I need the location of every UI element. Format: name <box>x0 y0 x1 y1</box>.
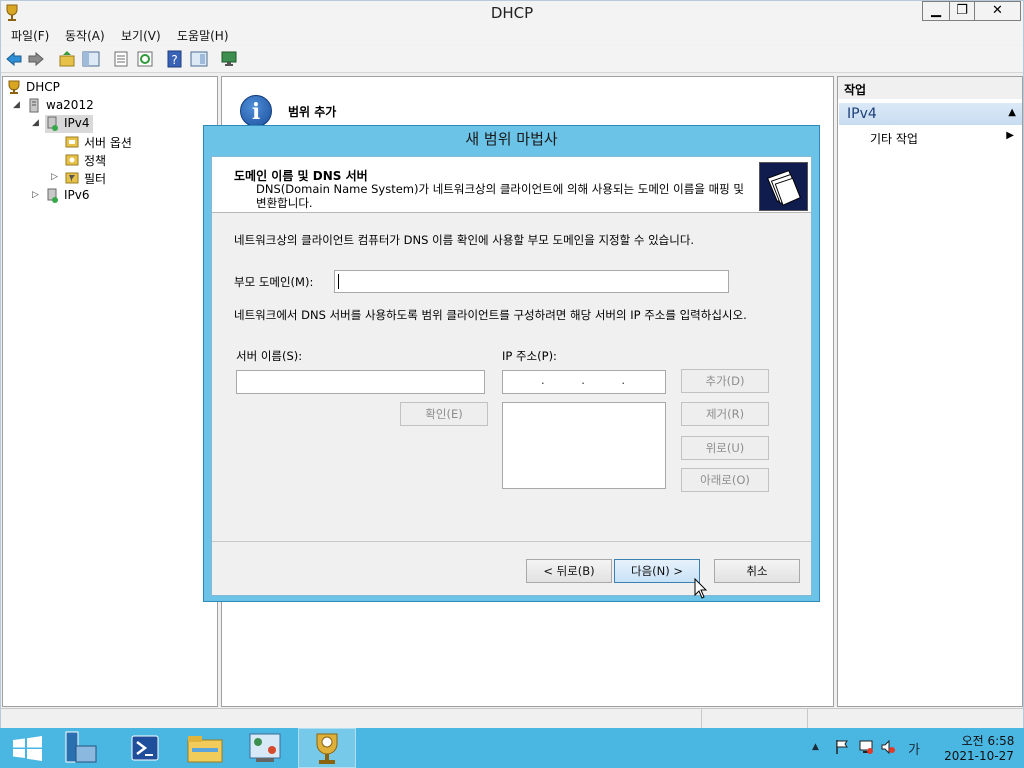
actions-header: 작업 <box>838 77 1022 99</box>
server-name-input[interactable] <box>236 370 485 394</box>
tree-label-ipv6: IPv6 <box>64 188 90 202</box>
resolve-button[interactable]: 확인(E) <box>400 402 488 426</box>
new-scope-wizard-dialog: 새 범위 마법사 도메인 이름 및 DNS 서버 DNS(Domain Name… <box>203 125 820 602</box>
tree-label-server: wa2012 <box>46 98 94 112</box>
actions-more-actions[interactable]: 기타 작업 <box>870 130 918 147</box>
text-caret <box>338 274 339 289</box>
help-icon[interactable]: ? <box>166 50 184 68</box>
back-icon[interactable] <box>5 50 23 68</box>
up-button[interactable]: 위로(U) <box>681 436 769 460</box>
parent-domain-input[interactable] <box>334 270 729 293</box>
back-button[interactable]: < 뒤로(B) <box>526 559 612 583</box>
tree-node-ipv4[interactable]: IPv4 <box>45 115 93 133</box>
intro-text: 네트워크상의 클라이언트 컴퓨터가 DNS 이름 확인에 사용할 부모 도메인을… <box>234 233 695 247</box>
ip-address-input[interactable]: . . . <box>502 370 666 394</box>
menu-view[interactable]: 보기(V) <box>121 27 161 44</box>
status-divider <box>807 709 808 728</box>
network-icon[interactable] <box>858 739 874 755</box>
powershell-icon[interactable] <box>116 728 174 768</box>
menu-help[interactable]: 도움말(H) <box>177 27 229 44</box>
collapse-arrow-icon[interactable]: ◢ <box>13 100 20 110</box>
remove-button[interactable]: 제거(R) <box>681 402 769 426</box>
menu-file[interactable]: 파일(F) <box>11 27 49 44</box>
up-folder-icon[interactable] <box>58 50 76 68</box>
status-divider <box>701 709 702 728</box>
actions-section-label: IPv4 <box>847 106 877 122</box>
show-hide-tree-icon[interactable] <box>82 50 100 68</box>
server-name-label: 서버 이름(S): <box>236 349 303 363</box>
start-icon[interactable] <box>0 728 58 768</box>
clock-time[interactable]: 오전 6:58 <box>956 732 1020 749</box>
ipv6-icon <box>47 188 58 203</box>
monitor-icon[interactable] <box>220 50 238 68</box>
clock-date[interactable]: 2021-10-27 <box>936 749 1022 763</box>
submenu-arrow-icon[interactable]: ▶ <box>1006 130 1014 141</box>
ip-address-label: IP 주소(P): <box>502 349 557 363</box>
close-button[interactable]: ✕ <box>974 1 1021 21</box>
action-center-flag-icon[interactable] <box>834 739 850 755</box>
menu-action[interactable]: 동작(A) <box>65 27 105 44</box>
tree-label-ipv4: IPv4 <box>64 116 90 130</box>
server-icon <box>29 98 39 113</box>
down-button[interactable]: 아래로(O) <box>681 468 769 492</box>
server-options-icon <box>65 136 79 148</box>
svg-text:?: ? <box>171 53 177 67</box>
expand-arrow-icon[interactable]: ▷ <box>51 172 58 182</box>
wizard-header: 도메인 이름 및 DNS 서버 DNS(Domain Name System)가… <box>212 157 811 213</box>
collapse-arrow-icon[interactable]: ◢ <box>32 118 39 128</box>
tree-label-policies: 정책 <box>84 154 107 168</box>
system-tray: ▲ 가 오전 6:58 2021-10-27 <box>808 728 1024 768</box>
ip-address-list[interactable] <box>502 402 666 489</box>
minimize-button[interactable]: ▁ <box>922 1 950 21</box>
info-icon: i <box>240 95 272 127</box>
maximize-button[interactable]: ❐ <box>949 1 975 21</box>
collapse-up-icon[interactable]: ▲ <box>1008 107 1016 118</box>
ipv4-icon <box>47 116 58 131</box>
export-list-icon[interactable] <box>112 50 130 68</box>
wizard-body: 도메인 이름 및 DNS 서버 DNS(Domain Name System)가… <box>211 156 812 596</box>
tree-label-server-options: 서버 옵션 <box>84 136 132 150</box>
ime-indicator[interactable]: 가 <box>908 739 920 758</box>
actions-section-ipv4[interactable]: IPv4 ▲ <box>839 103 1022 125</box>
window-title: DHCP <box>490 4 534 22</box>
menu-bar: 파일(F) 동작(A) 보기(V) 도움말(H) <box>1 25 1023 45</box>
taskbar: ▲ 가 오전 6:58 2021-10-27 <box>0 728 1024 768</box>
next-button[interactable]: 다음(N) > <box>614 559 700 583</box>
expand-arrow-icon[interactable]: ▷ <box>32 190 39 200</box>
ip-address-value: . . . <box>541 373 626 387</box>
refresh-icon[interactable] <box>136 50 154 68</box>
wizard-subheading: DNS(Domain Name System)가 네트워크상의 클라이언트에 의… <box>256 182 744 210</box>
center-title: 범위 추가 <box>288 105 337 119</box>
mouse-pointer-icon <box>694 578 708 599</box>
control-panel-icon[interactable] <box>236 728 294 768</box>
forward-icon[interactable] <box>27 50 45 68</box>
status-bar <box>1 708 1023 728</box>
wizard-title: 새 범위 마법사 <box>465 130 558 148</box>
add-button[interactable]: 추가(D) <box>681 369 769 393</box>
show-hidden-icons-icon[interactable]: ▲ <box>812 742 819 752</box>
toolbar: ? <box>1 46 1023 73</box>
policies-icon <box>65 154 79 166</box>
dns-instruction-text: 네트워크에서 DNS 서버를 사용하도록 범위 클라이언트를 구성하려면 해당 … <box>234 308 747 322</box>
dhcp-taskbar-button[interactable] <box>298 728 356 768</box>
dhcp-trophy-icon <box>8 80 20 94</box>
parent-domain-label: 부모 도메인(M): <box>234 275 314 289</box>
server-manager-icon[interactable] <box>56 728 114 768</box>
console-tree: DHCP ◢ wa2012 ◢ IPv4 서버 옵션 정책 ▷ 필터 ▷ IPv… <box>2 76 218 707</box>
title-bar[interactable]: DHCP ▁ ❐ ✕ <box>1 1 1023 25</box>
wizard-separator <box>212 541 811 542</box>
volume-muted-icon[interactable] <box>880 739 896 755</box>
file-explorer-icon[interactable] <box>176 728 234 768</box>
properties-icon[interactable] <box>190 50 208 68</box>
cancel-button[interactable]: 취소 <box>714 559 800 583</box>
actions-pane: 작업 IPv4 ▲ 기타 작업 ▶ <box>837 76 1023 707</box>
dhcp-icon <box>316 733 338 764</box>
wizard-folders-icon <box>759 162 808 211</box>
tree-label-dhcp: DHCP <box>26 80 60 94</box>
filters-icon <box>65 172 79 184</box>
tree-label-filters: 필터 <box>84 172 107 186</box>
